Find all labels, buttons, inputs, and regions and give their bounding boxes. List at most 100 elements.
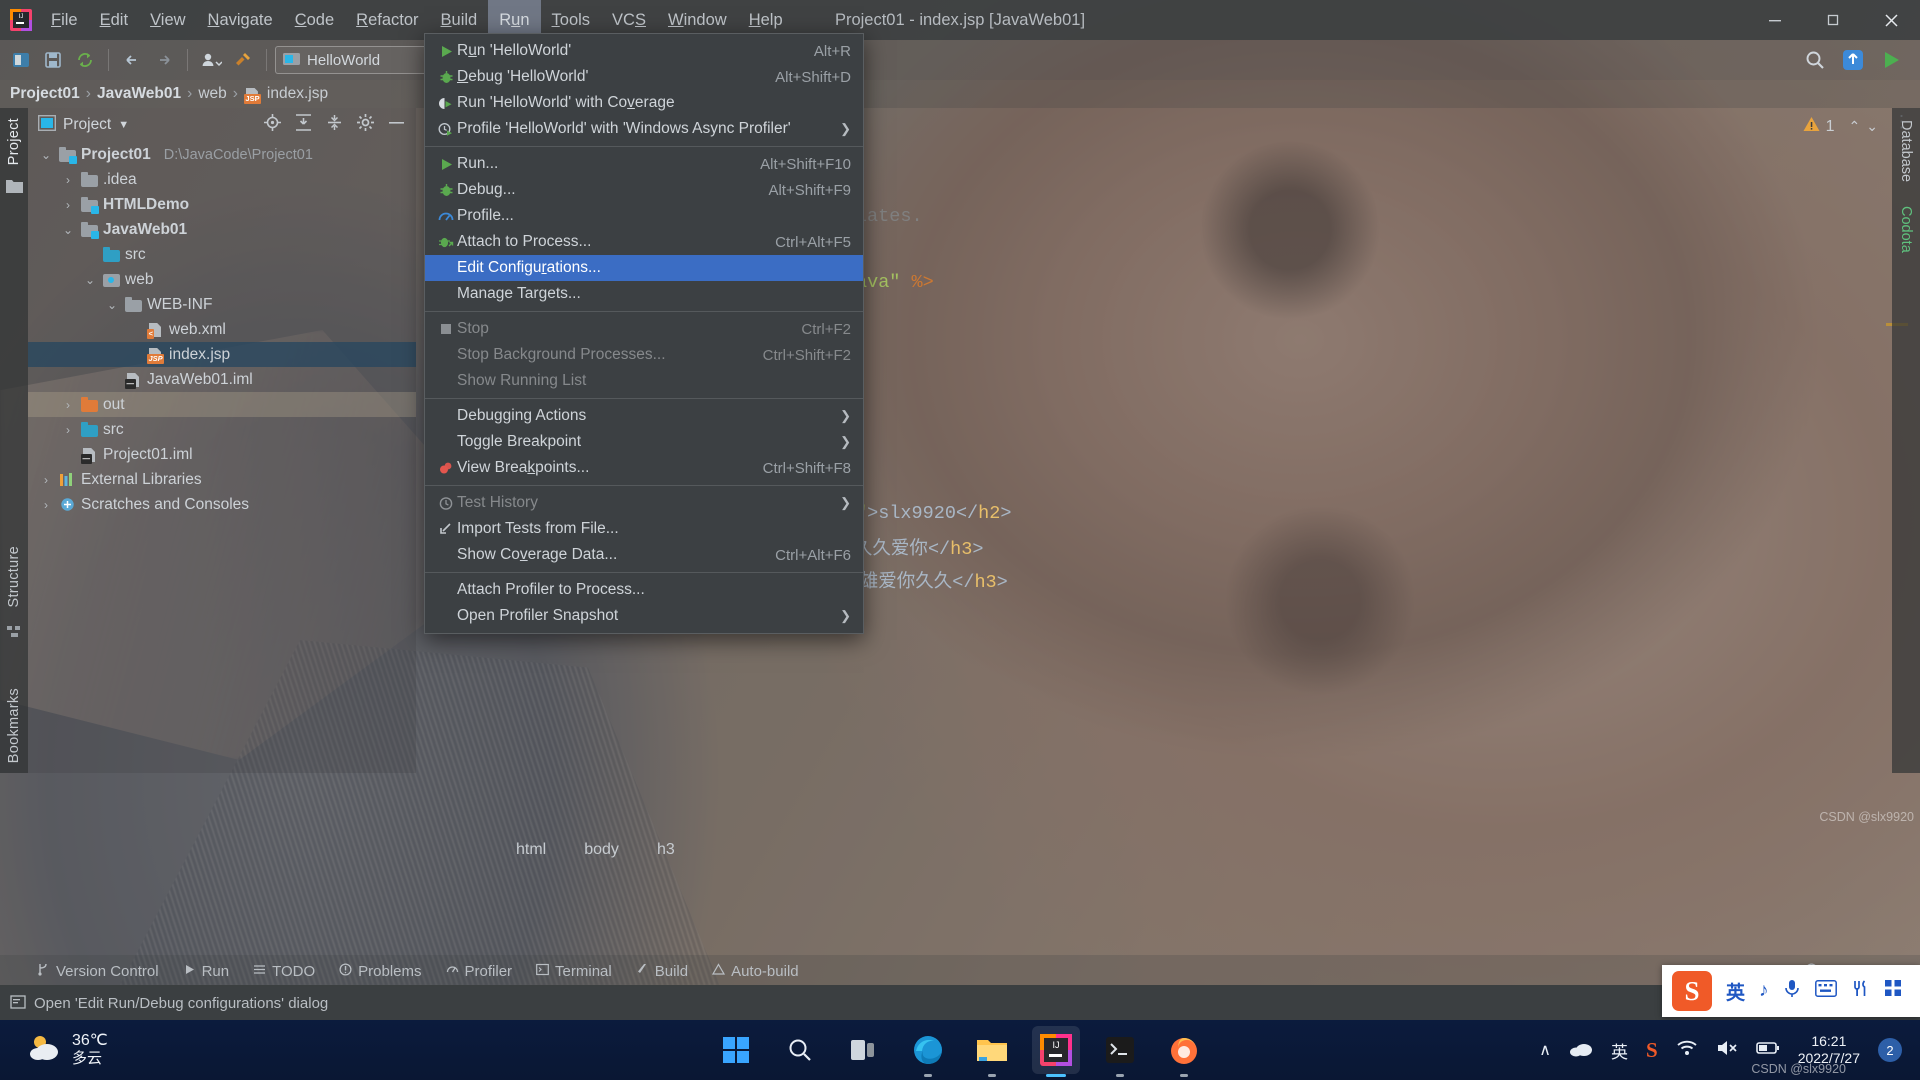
chevron-down-icon[interactable]: ⌄ — [60, 223, 76, 237]
menu-navigate[interactable]: Navigate — [197, 0, 284, 40]
tool-window-build[interactable]: Build — [626, 961, 698, 982]
menu-item-manage-targets[interactable]: Manage Targets... — [425, 281, 863, 307]
sidebar-item-structure[interactable]: Structure — [6, 536, 22, 618]
tool-window-terminal[interactable]: Terminal — [526, 961, 622, 982]
tree-item-out[interactable]: › out — [28, 392, 416, 417]
tool-window-run[interactable]: Run — [173, 961, 240, 982]
ime-toolbox-icon[interactable] — [1851, 979, 1870, 1004]
tree-item-idea[interactable]: › .idea — [28, 167, 416, 192]
tray-ime-icon[interactable]: 英 — [1611, 1038, 1628, 1063]
tree-item-web-xml[interactable]: < web.xml — [28, 317, 416, 342]
tree-item-src[interactable]: › src — [28, 417, 416, 442]
file-explorer-button[interactable] — [968, 1026, 1016, 1074]
menu-refactor[interactable]: Refactor — [345, 0, 429, 40]
ime-music-icon[interactable]: ♪ — [1759, 980, 1769, 1002]
breadcrumb-item-indexjsp[interactable]: index.jsp — [267, 85, 328, 103]
forward-arrow-icon[interactable] — [149, 45, 179, 75]
tree-item-web[interactable]: ⌄ web — [28, 267, 416, 292]
maximize-button[interactable] — [1804, 0, 1862, 40]
element-path-h3[interactable]: h3 — [657, 841, 675, 859]
windows-terminal-button[interactable] — [1096, 1026, 1144, 1074]
volume-muted-icon[interactable] — [1716, 1039, 1738, 1062]
tool-window-todo[interactable]: TODO — [243, 961, 325, 982]
taskbar-weather-widget[interactable]: 36℃ 多云 — [0, 1031, 108, 1070]
tree-item-javaweb01[interactable]: ⌄ JavaWeb01 — [28, 217, 416, 242]
menu-item-attach-profiler-to-process[interactable]: Attach Profiler to Process... — [425, 577, 863, 603]
expand-all-icon[interactable] — [294, 113, 313, 137]
menu-item-edit-configurations[interactable]: Edit Configurations... — [425, 255, 863, 281]
menu-item-debug[interactable]: Debug... Alt+Shift+F9 — [425, 177, 863, 203]
tool-window-problems[interactable]: Problems — [329, 961, 431, 982]
menu-item-run[interactable]: Run... Alt+Shift+F10 — [425, 151, 863, 177]
sidebar-item-database[interactable]: Database — [1898, 108, 1914, 194]
onedrive-cloud-icon[interactable] — [1569, 1039, 1593, 1062]
chevron-right-icon[interactable]: › — [60, 198, 76, 212]
hide-panel-icon[interactable] — [387, 113, 406, 137]
user-settings-icon[interactable] — [196, 45, 226, 75]
search-button[interactable] — [776, 1026, 824, 1074]
minimize-button[interactable] — [1746, 0, 1804, 40]
menu-item-debug-helloworld[interactable]: Debug 'HelloWorld' Alt+Shift+D — [425, 64, 863, 90]
chevron-down-icon[interactable]: ⌄ — [104, 298, 120, 312]
element-path-body[interactable]: body — [584, 841, 619, 859]
tree-item-project01-iml[interactable]: — Project01.iml — [28, 442, 416, 467]
menu-item-toggle-breakpoint[interactable]: Toggle Breakpoint ❯ — [425, 429, 863, 455]
sidebar-item-bookmarks[interactable]: Bookmarks — [6, 678, 22, 773]
menu-item-debugging-actions[interactable]: Debugging Actions ❯ — [425, 403, 863, 429]
menu-file[interactable]: FFileile — [40, 0, 89, 40]
breadcrumb-item-project01[interactable]: Project01 — [10, 85, 80, 103]
sidebar-item-project[interactable]: Project — [6, 108, 22, 175]
chevron-down-icon[interactable]: ⌄ — [82, 273, 98, 287]
chevron-right-icon[interactable]: › — [60, 173, 76, 187]
locate-target-icon[interactable] — [263, 113, 282, 137]
task-view-button[interactable] — [840, 1026, 888, 1074]
chevron-right-icon[interactable]: › — [38, 498, 54, 512]
tree-item-htmldemo[interactable]: › HTMLDemo — [28, 192, 416, 217]
chevron-down-icon[interactable]: ⌄ — [38, 148, 54, 162]
intellij-idea-button[interactable]: IJ — [1032, 1026, 1080, 1074]
firefox-button[interactable] — [1160, 1026, 1208, 1074]
sogou-logo-icon[interactable]: S — [1672, 971, 1712, 1011]
chevron-right-icon[interactable]: › — [60, 398, 76, 412]
search-icon[interactable] — [1800, 45, 1830, 75]
breadcrumb-item-javaweb01[interactable]: JavaWeb01 — [97, 85, 181, 103]
sidebar-item-codota[interactable]: Codota — [1898, 194, 1914, 265]
menu-item-view-breakpoints[interactable]: View Breakpoints... Ctrl+Shift+F8 — [425, 455, 863, 481]
tool-window-version-control[interactable]: Version Control — [26, 960, 169, 982]
chevron-up-icon[interactable]: ⌃ — [1849, 118, 1861, 135]
tree-item-index-jsp[interactable]: JSP index.jsp — [28, 342, 416, 367]
tree-item-external-libraries[interactable]: › External Libraries — [28, 467, 416, 492]
tree-item-project01[interactable]: ⌄ Project01 D:\JavaCode\Project01 — [28, 142, 416, 167]
chevron-down-icon[interactable]: ▼ — [118, 119, 129, 131]
menu-item-import-tests-from-file[interactable]: Import Tests from File... — [425, 516, 863, 542]
start-button[interactable] — [712, 1026, 760, 1074]
menu-item-show-coverage-data[interactable]: Show Coverage Data... Ctrl+Alt+F6 — [425, 542, 863, 568]
breadcrumb-item-web[interactable]: web — [198, 85, 226, 103]
microsoft-edge-button[interactable] — [904, 1026, 952, 1074]
tool-window-profiler[interactable]: Profiler — [436, 961, 523, 982]
settings-gear-icon[interactable] — [356, 113, 375, 137]
ime-keyboard-icon[interactable] — [1814, 979, 1837, 1003]
close-button[interactable] — [1862, 0, 1920, 40]
back-arrow-icon[interactable] — [117, 45, 147, 75]
build-hammer-icon[interactable] — [228, 45, 258, 75]
ime-voice-icon[interactable] — [1783, 978, 1801, 1004]
tree-item-web-inf[interactable]: ⌄ WEB-INF — [28, 292, 416, 317]
chevron-down-icon[interactable]: ⌄ — [1866, 118, 1878, 135]
wifi-icon[interactable] — [1676, 1039, 1698, 1062]
menu-edit[interactable]: Edit — [89, 0, 139, 40]
update-project-icon[interactable] — [1838, 45, 1868, 75]
run-green-icon[interactable] — [1876, 45, 1906, 75]
menu-item-attach-to-process[interactable]: Attach to Process... Ctrl+Alt+F5 — [425, 229, 863, 255]
tray-sogou-icon[interactable]: S — [1646, 1038, 1658, 1063]
menu-code[interactable]: Code — [284, 0, 345, 40]
menu-item-profile[interactable]: Profile... — [425, 203, 863, 229]
tool-window-auto-build[interactable]: Auto-build — [702, 961, 809, 982]
tree-item-javaweb01-iml[interactable]: — JavaWeb01.iml — [28, 367, 416, 392]
menu-item-run-helloworld[interactable]: Run 'HelloWorld' Alt+R — [425, 38, 863, 64]
menu-item-open-profiler-snapshot[interactable]: Open Profiler Snapshot ❯ — [425, 603, 863, 629]
chevron-right-icon[interactable]: › — [60, 423, 76, 437]
tree-item-src[interactable]: src — [28, 242, 416, 267]
battery-icon[interactable] — [1755, 1040, 1780, 1061]
chevron-right-icon[interactable]: › — [38, 473, 54, 487]
